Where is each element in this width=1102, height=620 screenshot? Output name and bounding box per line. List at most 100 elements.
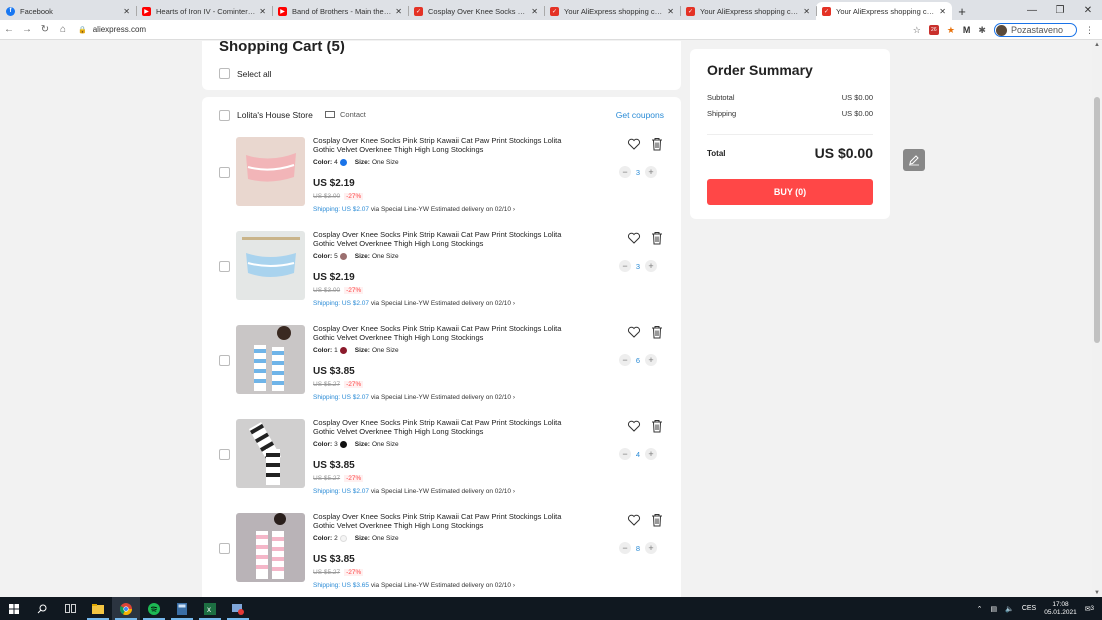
product-thumbnail[interactable] (236, 231, 305, 300)
increase-quantity-button[interactable]: + (645, 354, 657, 366)
delete-trash-icon[interactable] (651, 419, 663, 433)
decrease-quantity-button[interactable]: − (619, 542, 631, 554)
home-icon[interactable]: ⌂ (54, 24, 72, 35)
item-checkbox[interactable] (219, 355, 230, 366)
item-checkbox[interactable] (219, 167, 230, 178)
shipping-info[interactable]: Shipping: US $2.07 via Special Line-YW E… (313, 206, 515, 213)
delete-trash-icon[interactable] (651, 137, 663, 151)
select-all-checkbox[interactable] (219, 68, 230, 79)
tab-close-icon[interactable]: ✕ (939, 7, 946, 16)
lock-icon[interactable]: 🔒 (78, 26, 87, 34)
file-explorer-button[interactable] (84, 597, 112, 620)
restore-button[interactable]: ❐ (1046, 0, 1074, 20)
contact-seller-link[interactable]: Contact (325, 110, 366, 119)
clock[interactable]: 17:08 05.01.2021 (1044, 601, 1077, 617)
scrollbar-thumb[interactable] (1094, 97, 1100, 343)
wishlist-heart-icon[interactable] (627, 325, 641, 339)
shipping-info[interactable]: Shipping: US $2.07 via Special Line-YW E… (313, 394, 515, 401)
quantity-value[interactable]: 3 (631, 168, 645, 177)
search-button[interactable] (28, 597, 56, 620)
store-name-link[interactable]: Lolita's House Store (237, 110, 313, 120)
reload-icon[interactable]: ↻ (36, 24, 54, 35)
product-title-link[interactable]: Cosplay Over Knee Socks Pink Strip Kawai… (313, 512, 583, 530)
browser-tab[interactable]: ✓ Your AliExpress shopping cart - A✕ (680, 2, 816, 20)
task-view-button[interactable] (56, 597, 84, 620)
shipping-info[interactable]: Shipping: US $2.07 via Special Line-YW E… (313, 488, 515, 495)
tab-close-icon[interactable]: ✕ (123, 7, 130, 16)
tab-close-icon[interactable]: ✕ (259, 7, 266, 16)
tab-close-icon[interactable]: ✕ (531, 7, 538, 16)
browser-tab[interactable]: ✓ Cosplay Over Knee Socks Pink St ✕ (408, 2, 544, 20)
network-icon[interactable]: ▤ (990, 605, 997, 613)
quantity-value[interactable]: 8 (631, 544, 645, 553)
decrease-quantity-button[interactable]: − (619, 354, 631, 366)
increase-quantity-button[interactable]: + (645, 166, 657, 178)
browser-tab[interactable]: ✓ Your AliExpress shopping cart - A✕ (544, 2, 680, 20)
menu-kebab-icon[interactable]: ⋮ (1085, 25, 1094, 36)
product-attributes[interactable]: Color: 5 Size: One Size (313, 253, 399, 260)
minimize-button[interactable]: — (1018, 0, 1046, 20)
product-thumbnail[interactable] (236, 137, 305, 206)
shipping-info[interactable]: Shipping: US $3.65 via Special Line-YW E… (313, 582, 515, 589)
product-thumbnail[interactable] (236, 419, 305, 488)
product-attributes[interactable]: Color: 2 Size: One Size (313, 535, 399, 542)
tab-close-icon[interactable]: ✕ (803, 7, 810, 16)
decrease-quantity-button[interactable]: − (619, 448, 631, 460)
wishlist-heart-icon[interactable] (627, 419, 641, 433)
extension-badge-icon[interactable]: 26 (928, 25, 939, 35)
browser-tab[interactable]: ▶ Band of Brothers - Main theme S ✕ (272, 2, 408, 20)
delete-trash-icon[interactable] (651, 513, 663, 527)
page-scrollbar[interactable]: ▲ ▼ (1092, 41, 1102, 597)
wishlist-heart-icon[interactable] (627, 137, 641, 151)
tab-close-icon[interactable]: ✕ (667, 7, 674, 16)
delete-trash-icon[interactable] (651, 231, 663, 245)
item-checkbox[interactable] (219, 543, 230, 554)
product-thumbnail[interactable] (236, 513, 305, 582)
scroll-down-arrow-icon[interactable]: ▼ (1092, 590, 1102, 596)
wishlist-heart-icon[interactable] (627, 513, 641, 527)
scroll-up-arrow-icon[interactable]: ▲ (1092, 42, 1102, 48)
start-button[interactable] (0, 597, 28, 620)
increase-quantity-button[interactable]: + (645, 260, 657, 272)
volume-icon[interactable]: 🔈 (1005, 605, 1014, 613)
increase-quantity-button[interactable]: + (645, 542, 657, 554)
wishlist-heart-icon[interactable] (627, 231, 641, 245)
quantity-value[interactable]: 4 (631, 450, 645, 459)
store-checkbox[interactable] (219, 110, 230, 121)
browser-tab[interactable]: f Facebook ✕ (0, 2, 136, 20)
edit-feedback-button[interactable] (903, 149, 925, 171)
quantity-value[interactable]: 3 (631, 262, 645, 271)
product-attributes[interactable]: Color: 3 Size: One Size (313, 441, 399, 448)
excel-button[interactable]: x (196, 597, 224, 620)
item-checkbox[interactable] (219, 449, 230, 460)
item-checkbox[interactable] (219, 261, 230, 272)
bookmark-star-icon[interactable]: ☆ (913, 25, 921, 36)
spotify-button[interactable] (140, 597, 168, 620)
decrease-quantity-button[interactable]: − (619, 260, 631, 272)
increase-quantity-button[interactable]: + (645, 448, 657, 460)
quantity-value[interactable]: 6 (631, 356, 645, 365)
product-title-link[interactable]: Cosplay Over Knee Socks Pink Strip Kawai… (313, 324, 583, 342)
close-window-button[interactable]: ✕ (1074, 0, 1102, 20)
product-attributes[interactable]: Color: 1 Size: One Size (313, 347, 399, 354)
new-tab-icon[interactable]: + (952, 2, 972, 20)
extension-m-icon[interactable]: M (963, 25, 971, 35)
forward-icon[interactable]: → (18, 24, 36, 35)
decrease-quantity-button[interactable]: − (619, 166, 631, 178)
url-field[interactable]: 🔒 aliexpress.com (78, 25, 146, 34)
extensions-puzzle-icon[interactable]: ✱ (978, 25, 986, 36)
get-coupons-link[interactable]: Get coupons (616, 110, 664, 120)
buy-button[interactable]: BUY (0) (707, 179, 873, 205)
back-icon[interactable]: ← (0, 24, 18, 35)
tab-close-icon[interactable]: ✕ (395, 7, 402, 16)
language-indicator[interactable]: CES (1022, 605, 1036, 612)
calculator-button[interactable] (168, 597, 196, 620)
product-title-link[interactable]: Cosplay Over Knee Socks Pink Strip Kawai… (313, 136, 583, 154)
browser-tab[interactable]: ▶ Hearts of Iron IV - Comintern Th ✕ (136, 2, 272, 20)
product-attributes[interactable]: Color: 4 Size: One Size (313, 159, 399, 166)
snipping-tool-button[interactable] (224, 597, 252, 620)
chrome-button[interactable] (112, 597, 140, 620)
delete-trash-icon[interactable] (651, 325, 663, 339)
product-thumbnail[interactable] (236, 325, 305, 394)
tray-chevron-icon[interactable]: ⌃ (977, 605, 983, 613)
